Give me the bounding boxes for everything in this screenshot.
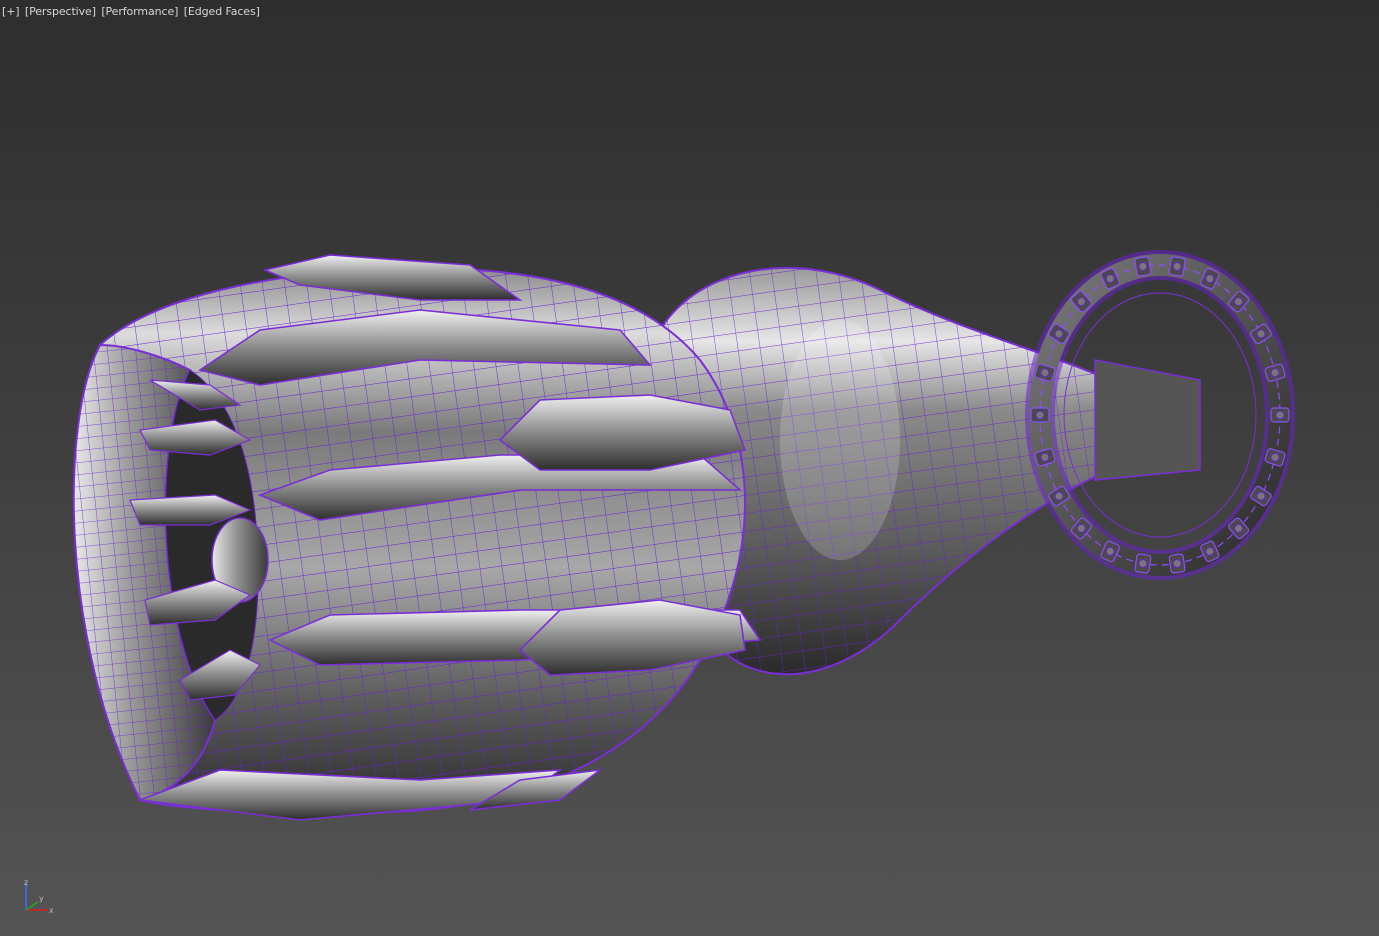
x-axis-label: x: [49, 906, 54, 915]
z-axis-label: z: [24, 878, 28, 887]
ring-bolt: [1172, 262, 1182, 271]
ring-bolt: [1205, 274, 1215, 284]
ring-bolt: [1234, 523, 1244, 533]
perspective-viewport[interactable]: [+] [Perspective] [Performance] [Edged F…: [0, 0, 1379, 936]
y-axis-line: [25, 901, 39, 911]
ring-bolt: [1105, 274, 1115, 284]
ring-bolt: [1076, 297, 1086, 307]
jet-engine-model[interactable]: [0, 0, 1379, 936]
ring-bolt: [1054, 491, 1064, 501]
ring-bolt: [1256, 329, 1266, 339]
axis-tripod-gizmo: z x y: [24, 878, 54, 915]
ring-bolt: [1138, 262, 1148, 271]
ring-bolt: [1275, 410, 1285, 420]
y-axis-label: y: [39, 894, 44, 903]
ring-bolt: [1172, 559, 1182, 568]
ring-bolt: [1270, 368, 1280, 378]
ring-bolt: [1270, 452, 1280, 462]
ring-bolt: [1205, 546, 1215, 556]
ring-bolt: [1035, 410, 1045, 420]
ring-bolt: [1076, 523, 1086, 533]
ring-bolt: [1105, 546, 1115, 556]
ring-bolt: [1040, 368, 1050, 378]
ring-bolt: [1138, 559, 1148, 568]
ring-bolt: [1234, 297, 1244, 307]
ring-bolt: [1054, 329, 1064, 339]
ring-bolt: [1040, 452, 1050, 462]
ring-bolt: [1256, 491, 1266, 501]
